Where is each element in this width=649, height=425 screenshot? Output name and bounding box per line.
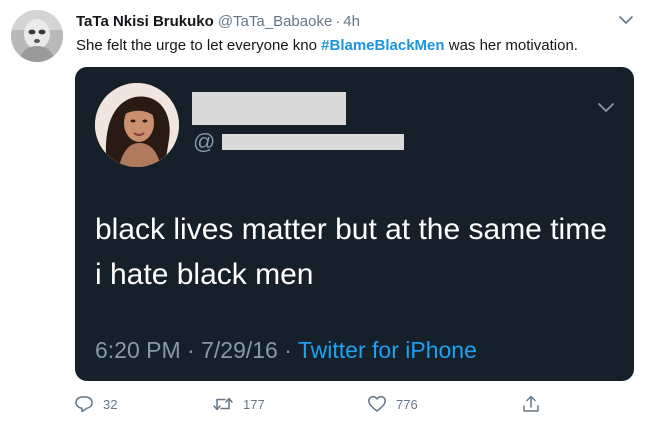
share-icon <box>523 395 539 412</box>
like-count: 776 <box>396 396 418 412</box>
retweet-count: 177 <box>243 396 265 412</box>
redacted-name <box>192 92 346 125</box>
chevron-down-icon[interactable] <box>617 13 635 27</box>
share-button[interactable] <box>521 392 541 416</box>
quoted-avatar <box>95 83 179 167</box>
quoted-time: 6:20 PM <box>95 337 181 363</box>
tweet-text-before: She felt the urge to let everyone kno <box>76 37 322 54</box>
heart-icon <box>368 395 386 412</box>
quoted-source: Twitter for iPhone <box>297 337 477 363</box>
action-bar: 32 177 776 <box>0 392 649 416</box>
woman-portrait-icon <box>95 83 179 167</box>
hashtag-link[interactable]: #BlameBlackMen <box>321 37 444 54</box>
attached-screenshot[interactable]: @ black lives matter but at the same tim… <box>75 67 634 381</box>
quoted-date: 7/29/16 <box>201 337 278 363</box>
quoted-handle-prefix: @ <box>193 129 216 154</box>
reply-count: 32 <box>103 396 118 412</box>
quoted-tweet-text: black lives matter but at the same time … <box>95 213 607 291</box>
header-separator: · <box>335 13 341 30</box>
retweet-button[interactable]: 177 <box>212 392 265 416</box>
quoted-tweet-meta: 6:20 PM · 7/29/16 · Twitter for iPhone <box>95 335 477 365</box>
retweet-icon <box>213 397 233 411</box>
masked-person-avatar-icon <box>11 10 63 62</box>
tweet-timestamp[interactable]: 4h <box>343 13 360 30</box>
reply-button[interactable]: 32 <box>74 392 117 416</box>
redacted-handle <box>222 134 404 150</box>
chevron-down-icon <box>598 103 614 112</box>
author-avatar[interactable] <box>11 10 63 62</box>
reply-icon <box>75 396 93 413</box>
tweet: TaTa Nkisi Brukuko @TaTa_Babaoke · 4h She f… <box>0 0 649 425</box>
quoted-separator: · <box>284 337 292 363</box>
author-name[interactable]: TaTa Nkisi Brukuko <box>76 13 214 30</box>
author-handle[interactable]: @TaTa_Babaoke <box>218 13 332 30</box>
tweet-header: TaTa Nkisi Brukuko @TaTa_Babaoke · 4h <box>76 12 360 32</box>
like-button[interactable]: 776 <box>367 392 418 416</box>
tweet-text: She felt the urge to let everyone kno #B… <box>76 36 578 56</box>
quoted-separator: · <box>187 337 195 363</box>
tweet-text-after: was her motivation. <box>444 37 578 54</box>
